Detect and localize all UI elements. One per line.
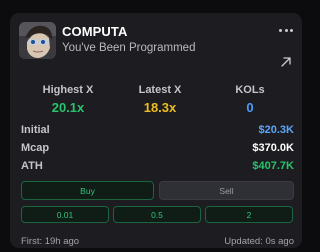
external-link-arrow-icon[interactable] [280,55,292,67]
stat-highest-x: Highest X 20.1x [28,84,108,115]
first-seen-time: First: 19h ago [21,236,80,247]
metric-initial: Initial $20.3K [21,122,294,138]
token-name: COMPUTA [62,24,128,39]
stat-value: 0 [246,100,254,115]
stat-value: 20.1x [51,100,85,115]
buy-amount-button-2[interactable]: 2 [205,206,293,223]
sell-button[interactable]: Sell [159,181,294,200]
metric-ath: ATH $407.7K [21,158,294,174]
stat-latest-x: Latest X 18.3x [120,84,200,115]
updated-time: Updated: 0s ago [224,236,294,247]
stat-label: Highest X [42,84,94,96]
token-subtitle: You've Been Programmed [62,42,196,54]
stat-label: Latest X [138,84,182,96]
buy-amount-button-0-5[interactable]: 0.5 [113,206,201,223]
stats-row: Highest X 20.1x Latest X 18.3x KOLs 0 [10,84,302,120]
metric-value: $407.7K [252,160,294,172]
metric-value: $370.0K [252,142,294,154]
stat-kols: KOLs 0 [210,84,290,115]
more-dots-icon[interactable] [279,27,293,33]
buy-amount-button-0-01[interactable]: 0.01 [21,206,109,223]
metric-value: $20.3K [258,124,294,136]
buy-button[interactable]: Buy [21,181,154,200]
metric-label: ATH [21,160,43,172]
metric-mcap: Mcap $370.0K [21,140,294,156]
metric-label: Initial [21,124,50,136]
stat-value: 18.3x [143,100,177,115]
token-card: COMPUTA You've Been Programmed Highest X… [10,13,302,248]
metric-label: Mcap [21,142,50,154]
token-avatar [19,22,56,59]
stat-label: KOLs [235,84,265,96]
